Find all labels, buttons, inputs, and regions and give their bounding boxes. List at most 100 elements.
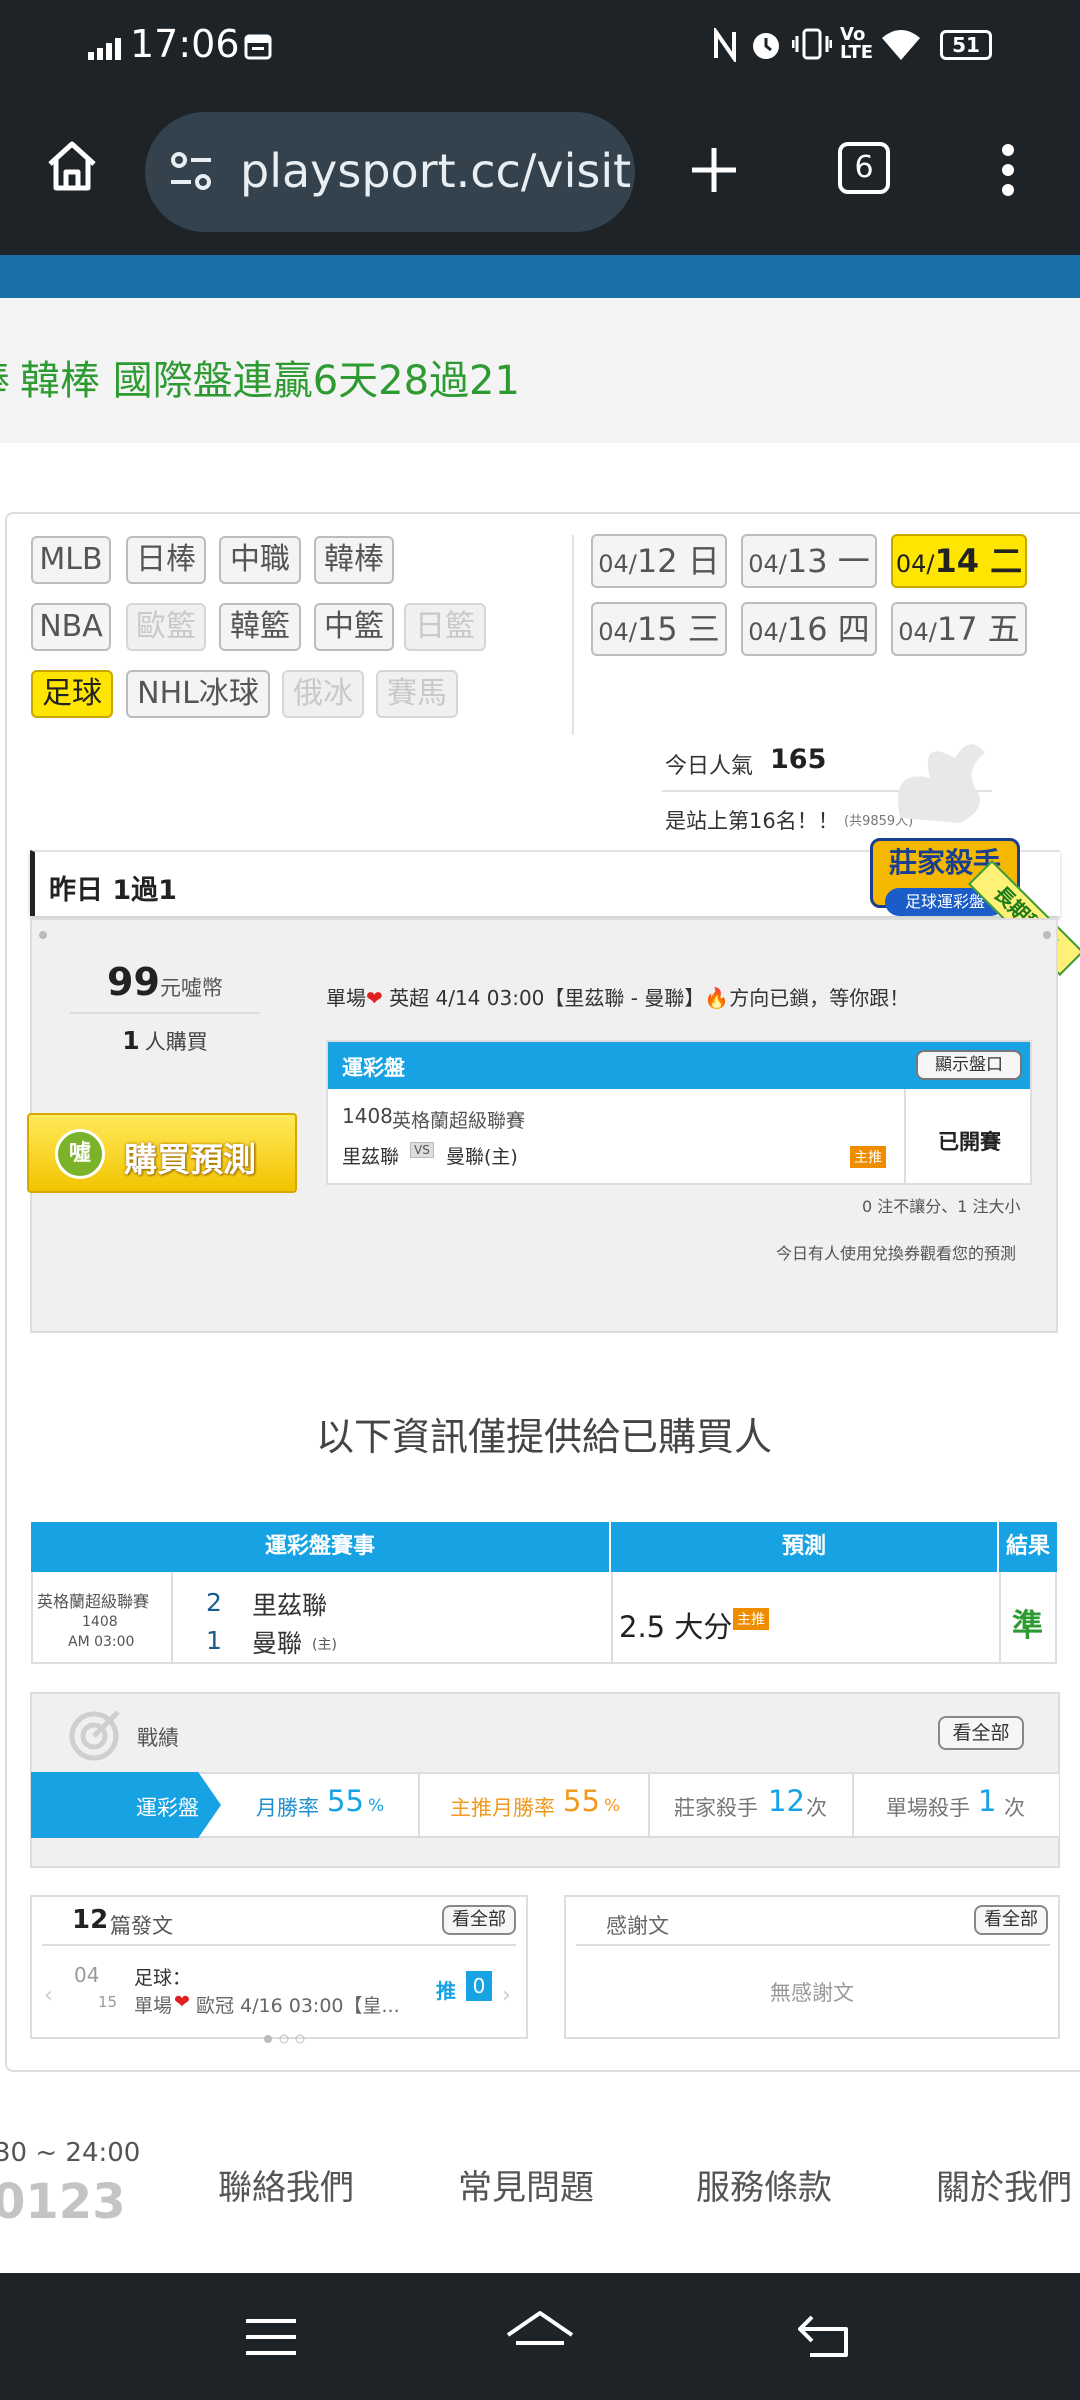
game-box: 運彩盤 顯示盤口 1408 英格蘭超級聯賽 里茲聯 VS 曼聯(主) 主推 已開… (326, 1040, 1032, 1185)
date-tab[interactable]: 04/13 一 (741, 534, 877, 588)
date-month: 04/ (748, 550, 787, 578)
date-tab[interactable]: 04/17 五 (891, 602, 1027, 656)
post-title-prefix[interactable]: 單場 (134, 1991, 172, 2018)
volte-icon: Vo LTE (840, 24, 874, 63)
battery-icon: 51 (940, 30, 992, 60)
show-odds-button[interactable]: 顯示盤口 (916, 1050, 1022, 1080)
tab-count: 6 (854, 150, 874, 185)
date-day: 17 五 (936, 610, 1020, 648)
date-day: 14 二 (934, 542, 1023, 580)
date-tab[interactable]: 04/14 二 (891, 534, 1027, 588)
carousel-dots[interactable] (262, 2033, 308, 2045)
date-month: 04/ (898, 618, 937, 646)
league-tag[interactable]: 日棒 (126, 536, 206, 584)
alarm-icon (753, 33, 779, 59)
buyers-count: 1 (122, 1026, 140, 1055)
date-month: 04/ (598, 550, 637, 578)
league-tag[interactable]: 韓籃 (219, 603, 301, 651)
home-icon[interactable] (44, 138, 100, 194)
site-settings-icon[interactable] (167, 148, 215, 196)
table-header-game: 運彩盤賽事 (31, 1522, 609, 1572)
league-tag: 俄冰 (282, 670, 364, 718)
service-phone: 0123 (0, 2174, 126, 2230)
buyers-label: 人購買 (144, 1030, 208, 1054)
record-title: 昨日 1過1 (49, 875, 177, 906)
stats-view-all-button[interactable]: 看全部 (938, 1716, 1024, 1750)
clock: 17:06 (130, 22, 240, 66)
footer-link-faq[interactable]: 常見問題 (458, 2160, 594, 2209)
league-tag[interactable]: NBA (31, 603, 111, 651)
main-winrate-value: 55 (563, 1784, 600, 1818)
table-league: 英格蘭超級聯賽 (37, 1592, 150, 1611)
thanks-view-all-button[interactable]: 看全部 (974, 1905, 1048, 1935)
date-month: 04/ (895, 550, 935, 578)
league-tag[interactable]: 韓棒 (314, 536, 394, 584)
posts-view-all-button[interactable]: 看全部 (442, 1905, 516, 1935)
posts-count: 12 (72, 1905, 109, 1935)
date-tab[interactable]: 04/15 三 (591, 602, 727, 656)
prev-arrow-icon[interactable]: ‹ (44, 1983, 53, 2008)
league-tag[interactable]: 中籃 (314, 603, 394, 651)
league-tag[interactable]: 中職 (219, 536, 301, 584)
table-prediction: 2.5 大分 (619, 1610, 733, 1644)
divider (904, 1089, 906, 1185)
game-no: 1408 (342, 1104, 393, 1128)
footer-link-about[interactable]: 關於我們 (936, 2160, 1072, 2209)
stats-tab-label[interactable]: 運彩盤 (136, 1792, 199, 1822)
date-tab[interactable]: 04/16 四 (741, 602, 877, 656)
main-winrate-label: 主推月勝率 (450, 1796, 555, 1820)
ticker-text[interactable]: 韓棒 國際盤連贏6天28過21 (20, 348, 520, 406)
table-away-team: 里茲聯 (252, 1591, 328, 1620)
buy-prediction-button[interactable]: 噓 購買預測 (27, 1113, 297, 1193)
single-killer-unit: 次 (1004, 1796, 1025, 1820)
service-hours: 30 ~ 24:00 (0, 2138, 141, 2168)
buy-prediction-label[interactable]: 購買預測 (124, 1133, 256, 1181)
url-text[interactable]: playsport.cc/visit (240, 144, 631, 198)
date-day: 16 四 (786, 610, 870, 648)
posts-label: 篇發文 (110, 1914, 173, 1938)
tab-switcher-button[interactable]: 6 (838, 142, 890, 194)
address-bar[interactable]: playsport.cc/visit (145, 112, 635, 232)
price-box: 99元噓幣 1 人購買 (70, 960, 260, 1072)
date-day: 15 三 (636, 610, 720, 648)
more-menu-icon[interactable] (998, 142, 1018, 198)
home-nav-icon[interactable] (504, 2309, 576, 2361)
table-header-prediction: 預測 (611, 1522, 997, 1572)
post-title[interactable]: 歐冠 4/16 03:00【皇... (196, 1991, 400, 2018)
table-row (31, 1572, 1057, 1664)
pick-suffix: 方向已鎖，等你跟！ (729, 986, 910, 1010)
browser-toolbar: playsport.cc/visit 6 (0, 90, 1080, 255)
date-tab[interactable]: 04/12 日 (591, 534, 727, 588)
table-game-no: 1408 (82, 1614, 118, 1630)
killer-value: 12 (768, 1784, 805, 1818)
killer-unit: 次 (806, 1796, 827, 1820)
target-icon (69, 1710, 120, 1761)
league-tag: 歐籃 (126, 603, 206, 651)
footer-link-terms[interactable]: 服務條款 (696, 2160, 832, 2209)
heart-icon: ❤ (174, 1991, 190, 2013)
away-team: 里茲聯 (342, 1146, 400, 1168)
league-tag: 日籃 (404, 603, 486, 651)
date-day: 12 日 (636, 542, 720, 580)
league-tag: 賽馬 (376, 670, 458, 718)
menu-icon[interactable] (244, 2317, 298, 2357)
coin-icon: 噓 (55, 1129, 105, 1179)
league-tag[interactable]: 足球 (31, 670, 113, 718)
price-amount: 99 (107, 960, 160, 1004)
thanks-empty: 無感謝文 (770, 1981, 854, 2005)
league-tag[interactable]: MLB (31, 536, 111, 584)
back-icon[interactable] (796, 2313, 852, 2359)
footer-link-contact[interactable]: 聯絡我們 (218, 2160, 354, 2209)
price-unit: 元噓幣 (159, 976, 223, 1000)
next-arrow-icon[interactable]: › (502, 1983, 511, 2008)
new-tab-icon[interactable] (688, 144, 740, 196)
marquee-ticker[interactable]: 棒 韓棒 國際盤連贏6天28過21 (0, 298, 1080, 443)
away-score: 2 (206, 1588, 222, 1617)
voucher-note: 今日有人使用兌換券觀看您的預測 (776, 1244, 1017, 1263)
league-tag[interactable]: NHL冰球 (126, 670, 270, 718)
post-date-day: 15 (98, 1993, 118, 2011)
pick-text: 英超 4/14 03:00【里茲聯 - 曼聯】 (389, 986, 705, 1010)
thanks-box: 感謝文 看全部 無感謝文 (564, 1895, 1060, 2039)
stats-title: 戰績 (137, 1726, 179, 1750)
calendar-icon (244, 34, 272, 60)
